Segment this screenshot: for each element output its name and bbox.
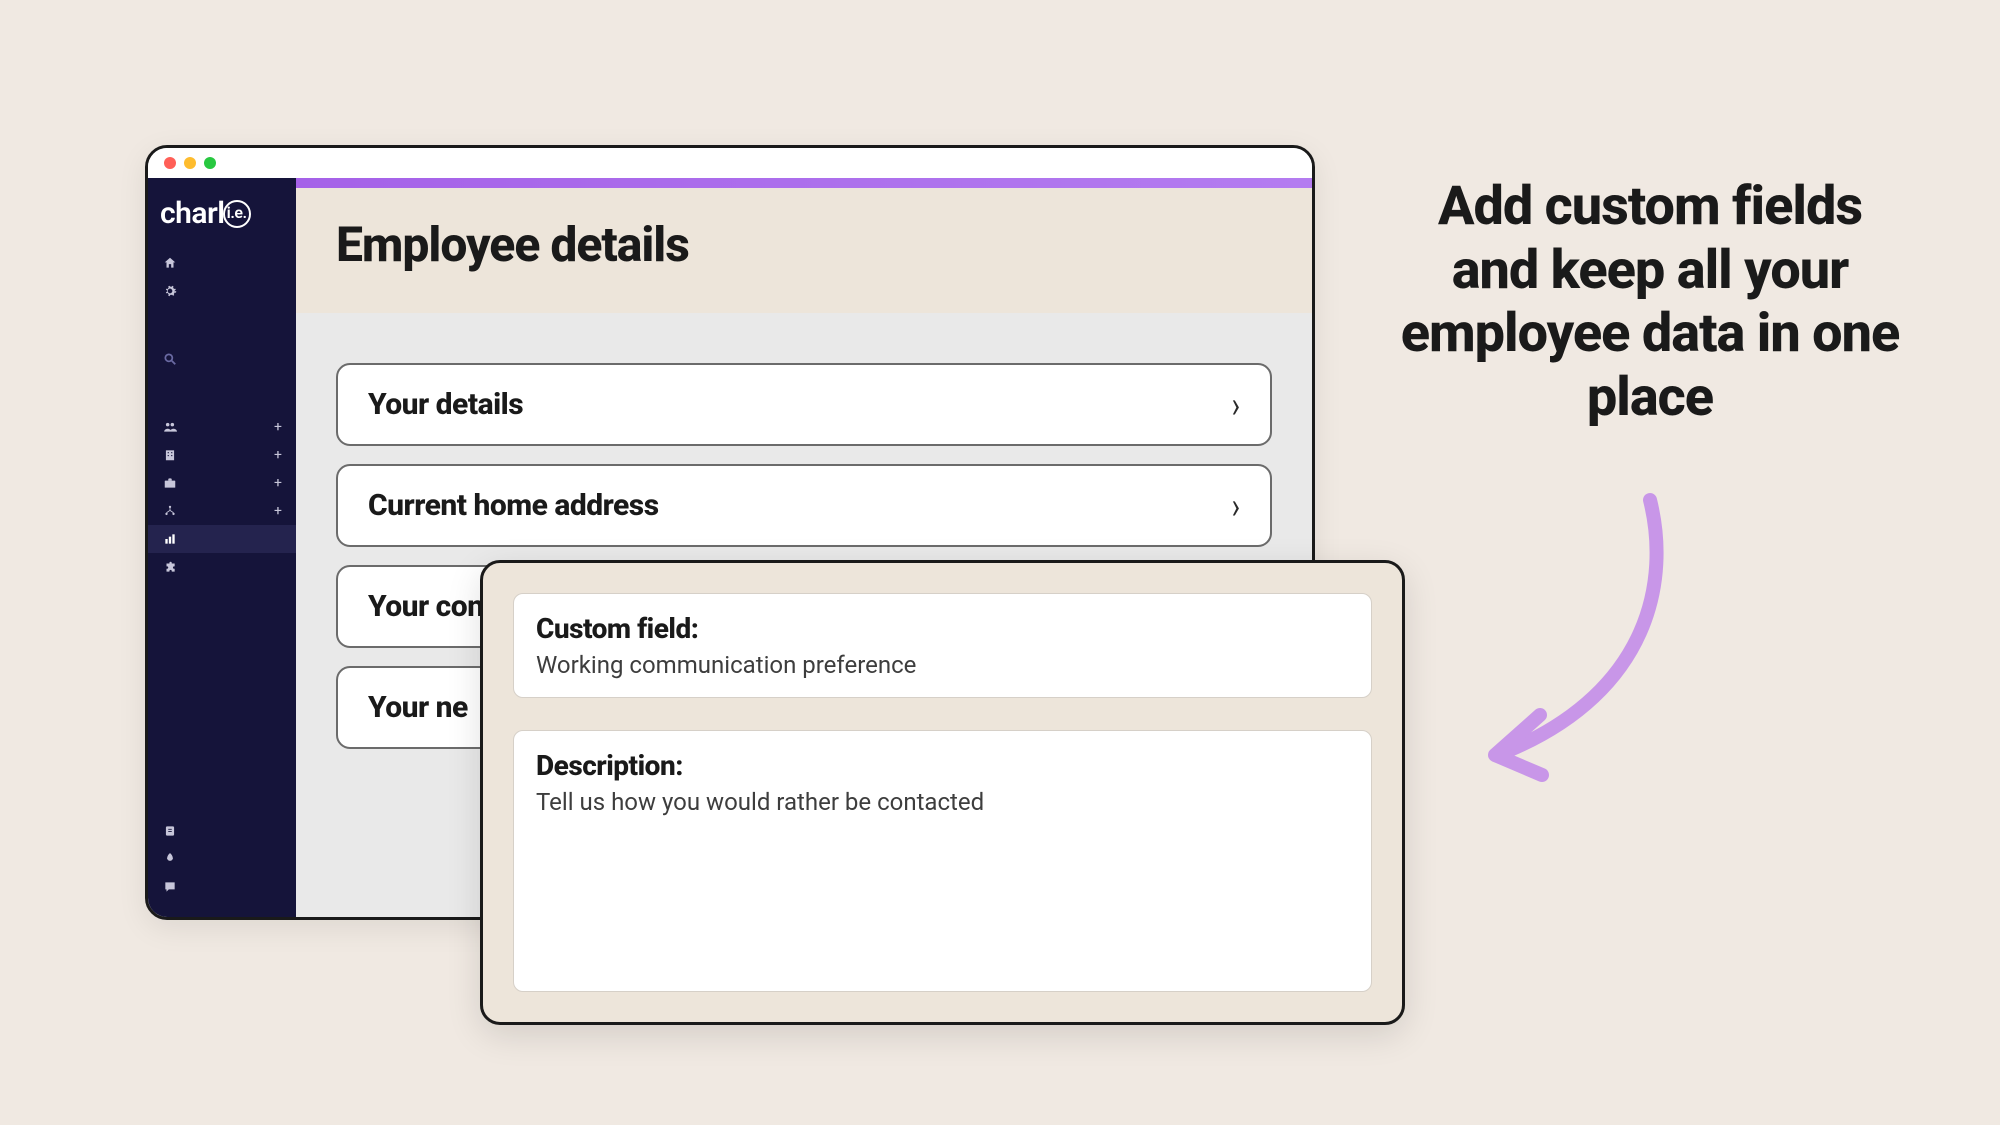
maximize-window-icon[interactable] — [204, 157, 216, 169]
home-icon — [162, 255, 178, 271]
description-section: Description: Tell us how you would rathe… — [513, 730, 1372, 992]
building-icon — [162, 447, 178, 463]
custom-field-label: Custom field: — [536, 612, 1349, 645]
description-label: Description: — [536, 749, 1349, 782]
sidebar-item-search[interactable] — [148, 345, 296, 373]
marketing-headline: Add custom fields and keep all your empl… — [1390, 175, 1910, 430]
close-window-icon[interactable] — [164, 157, 176, 169]
minimize-window-icon[interactable] — [184, 157, 196, 169]
accordion-label: Your details — [368, 387, 523, 422]
custom-field-section: Custom field: Working communication pref… — [513, 593, 1372, 698]
chevron-right-icon: › — [1232, 484, 1240, 527]
custom-field-value: Working communication preference — [536, 651, 1349, 679]
accordion-home-address[interactable]: Current home address › — [336, 464, 1272, 547]
sidebar-item-feedback[interactable] — [148, 873, 296, 901]
arrow-icon — [1470, 490, 1680, 790]
app-logo: charli.e. — [148, 188, 296, 249]
plus-icon: + — [274, 503, 282, 519]
plus-icon: + — [274, 419, 282, 435]
gear-icon — [162, 283, 178, 299]
people-icon — [162, 419, 178, 435]
barchart-icon — [162, 531, 178, 547]
plus-icon: + — [274, 475, 282, 491]
sidebar-item-org[interactable]: + — [148, 497, 296, 525]
puzzle-icon — [162, 559, 178, 575]
sidebar-item-home[interactable] — [148, 249, 296, 277]
accordion-label: Current home address — [368, 488, 659, 523]
chevron-right-icon: › — [1232, 383, 1240, 426]
plus-icon: + — [274, 447, 282, 463]
sidebar-item-company[interactable]: + — [148, 441, 296, 469]
accordion-label: Your ne — [368, 690, 468, 725]
sidebar: charli.e. — [148, 178, 296, 917]
sidebar-item-reports[interactable] — [148, 525, 296, 553]
sidebar-item-jobs[interactable]: + — [148, 469, 296, 497]
briefcase-icon — [162, 475, 178, 491]
accordion-your-details[interactable]: Your details › — [336, 363, 1272, 446]
help-icon — [162, 823, 178, 839]
page-title: Employee details — [336, 216, 1272, 273]
sidebar-item-launch[interactable] — [148, 845, 296, 873]
logo-badge: i.e. — [223, 200, 251, 228]
sidebar-item-help[interactable] — [148, 817, 296, 845]
window-titlebar — [148, 148, 1312, 178]
description-value: Tell us how you would rather be contacte… — [536, 788, 1349, 816]
search-icon — [162, 351, 178, 367]
custom-field-popup: Custom field: Working communication pref… — [480, 560, 1405, 1025]
rocket-icon — [162, 851, 178, 867]
accent-bar — [296, 178, 1312, 188]
logo-text: charl — [160, 196, 225, 231]
sidebar-item-integrations[interactable] — [148, 553, 296, 581]
comment-icon — [162, 879, 178, 895]
tree-icon — [162, 503, 178, 519]
sidebar-item-settings[interactable] — [148, 277, 296, 305]
content-header: Employee details — [296, 188, 1312, 313]
sidebar-item-people[interactable]: + — [148, 413, 296, 441]
